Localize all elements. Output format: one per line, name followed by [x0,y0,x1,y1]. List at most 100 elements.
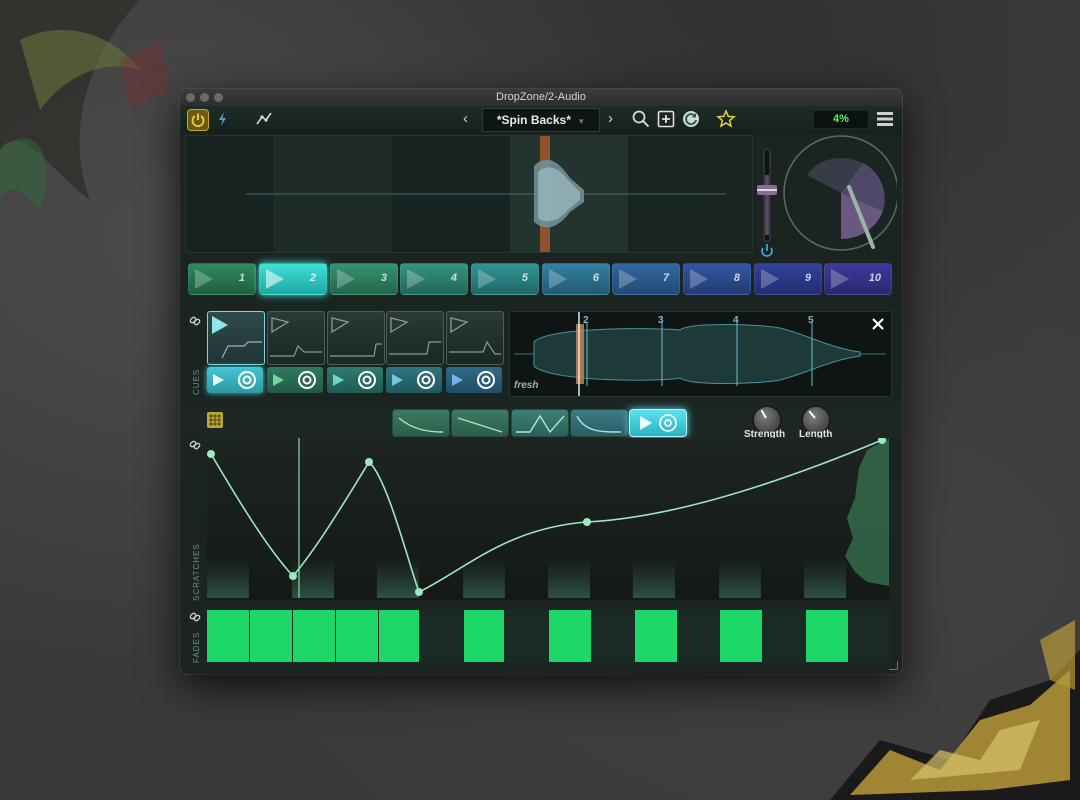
fade-step[interactable] [464,610,504,662]
play-icon [761,269,779,289]
fade-step[interactable] [293,610,335,662]
cue-curve [389,317,441,355]
pad-5[interactable]: 5 [471,263,539,295]
scratch-curve-graphic [207,438,889,598]
fade-step[interactable] [635,610,677,662]
pad-1[interactable]: 1 [188,263,256,295]
cue-waveform-graphic [514,312,886,396]
search-icon[interactable] [631,109,651,129]
add-icon[interactable] [656,109,676,129]
fade-step[interactable] [336,610,378,662]
fade-step[interactable] [250,610,292,662]
scratches-link-icon[interactable] [189,439,201,451]
play-icon [690,269,708,289]
play-icon [549,269,567,289]
cue-slot-3[interactable] [327,311,385,365]
pad-7[interactable]: 7 [612,263,680,295]
grid-icon[interactable] [207,412,223,428]
cue-marker-2: 2 [583,315,589,326]
fade-step[interactable] [379,610,419,662]
pad-2[interactable]: 2 [259,263,327,295]
knob-indicator [808,410,816,419]
close-icon[interactable] [871,317,885,331]
fade-step[interactable] [720,610,762,662]
waveform-graphic [246,136,726,252]
play-icon [337,269,355,289]
play-target-icon [333,371,376,389]
fade-step[interactable] [207,610,249,662]
fades-link-icon[interactable] [189,611,201,623]
curve-preset-2[interactable] [451,409,509,437]
cue-trigger-3[interactable] [327,367,383,393]
prev-preset-button[interactable]: ‹ [463,110,468,127]
chevron-down-icon: ▼ [577,117,586,126]
resize-handle[interactable] [889,661,898,670]
curve-preset-3[interactable] [511,409,569,437]
pitch-slider[interactable] [755,135,779,265]
play-icon [195,269,213,289]
pad-4[interactable]: 4 [400,263,468,295]
cue-slot-4[interactable] [386,311,444,365]
refresh-icon[interactable] [681,109,701,129]
plugin-window: DropZone/2-Audio ‹ *Spin Backs* ▼ › 4% 1… [180,89,902,674]
waveform-overview[interactable] [185,135,753,253]
cue-slot-2[interactable] [267,311,325,365]
cpu-meter: 4% [813,110,869,129]
lightning-icon[interactable] [213,109,233,129]
power-button[interactable] [187,109,209,131]
pad-10[interactable]: 10 [824,263,892,295]
curve-preset-4[interactable] [570,409,628,437]
preset-name: *Spin Backs* [496,113,571,127]
play-icon [619,269,637,289]
play-icon [266,269,284,289]
curve-icon[interactable] [254,109,274,129]
cue-marker-3: 3 [658,315,664,326]
pad-8[interactable]: 8 [683,263,751,295]
cue-curve [449,317,501,355]
pad-row: 1 2 3 4 5 6 7 8 9 10 [188,263,894,295]
scratch-curve-editor[interactable] [207,438,889,600]
curve-shape-icon [516,414,565,434]
pitch-reset-power-icon [761,244,773,257]
pad-6[interactable]: 6 [542,263,610,295]
play-target-icon [273,371,316,389]
scratches-section-label: SCRATCHES [192,543,201,601]
cue-slot-5[interactable] [446,311,504,365]
fades-grid[interactable] [207,609,891,663]
play-target-icon [213,371,256,389]
fade-step[interactable] [806,610,848,662]
cue-curve [221,341,262,359]
curve-shape-icon [576,415,622,433]
power-icon [191,113,205,127]
cue-trigger-2[interactable] [267,367,323,393]
curve-shape-icon [398,417,444,433]
fade-step[interactable] [549,610,591,662]
turntable-platter[interactable] [779,135,897,251]
cue-curve [270,317,322,357]
cue-slot-1[interactable] [207,311,265,365]
curve-preset-5[interactable] [629,409,687,437]
menu-icon[interactable] [875,109,895,129]
pad-9[interactable]: 9 [754,263,822,295]
pad-3[interactable]: 3 [330,263,398,295]
curve-preset-1[interactable] [392,409,450,437]
cue-trigger-4[interactable] [386,367,442,393]
next-preset-button[interactable]: › [608,110,613,127]
cue-marker-5: 5 [808,315,814,326]
cues-section-label: CUES [192,368,201,395]
knob-indicator [760,409,767,419]
cue-waveform[interactable]: 2 3 4 5 fresh [509,311,892,397]
cues-link-icon[interactable] [189,315,201,327]
title-bar: DropZone/2-Audio [180,89,902,107]
play-target-icon [452,371,495,389]
cue-trigger-1[interactable] [207,367,263,393]
star-icon[interactable] [716,109,736,129]
sample-name: fresh [514,380,539,391]
play-target-icon [640,414,677,432]
curve-shape-icon [457,417,503,433]
preset-selector[interactable]: *Spin Backs* ▼ [482,108,600,132]
play-target-icon [392,371,435,389]
play-icon [478,269,496,289]
cue-trigger-5[interactable] [446,367,502,393]
window-title: DropZone/2-Audio [496,91,586,103]
